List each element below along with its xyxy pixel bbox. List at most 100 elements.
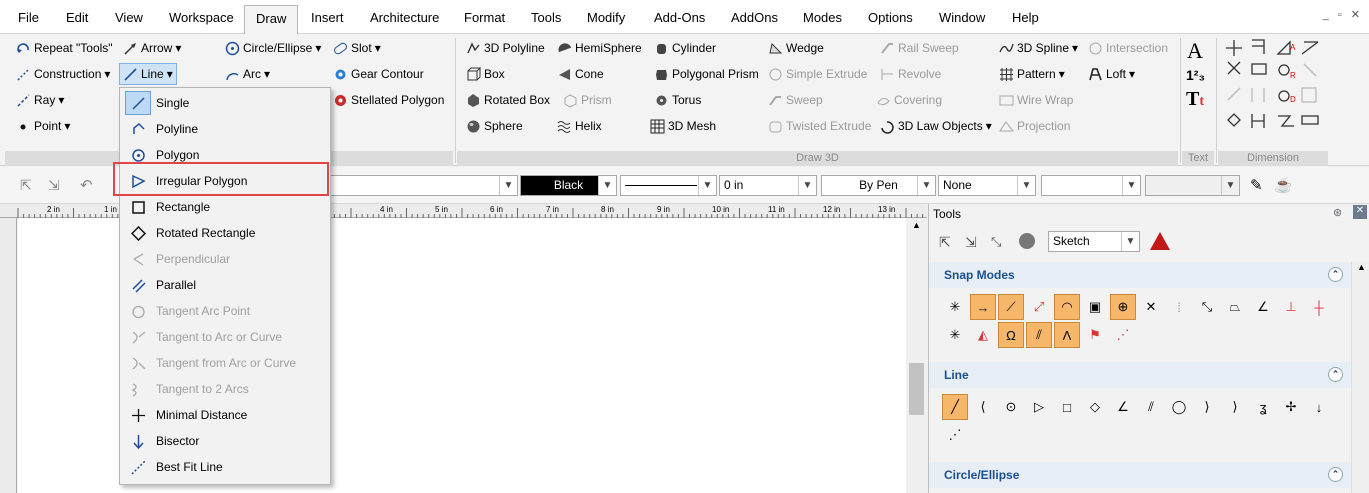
pin-icon[interactable]: ⊛	[1333, 206, 1342, 219]
line-best-fit-icon[interactable]: ⋰	[942, 422, 968, 448]
cone-button[interactable]: Cone	[557, 65, 604, 83]
snap-circle-icon[interactable]: ⊕	[1110, 294, 1136, 320]
line-single-icon[interactable]: ╱	[942, 394, 968, 420]
scroll-up-icon[interactable]: ▲	[912, 220, 921, 230]
menu-help[interactable]: Help	[1012, 10, 1039, 25]
wire-wrap-button[interactable]: Wire Wrap	[999, 91, 1073, 109]
select-edges-icon[interactable]: ⤡	[991, 234, 1001, 250]
select-arrow-icon[interactable]: ⇱	[20, 177, 32, 194]
menu-tools[interactable]: Tools	[531, 10, 561, 25]
vertical-scrollbar[interactable]: ▲	[906, 218, 927, 493]
polygonal-prism-button[interactable]: Polygonal Prism	[654, 65, 759, 83]
menu-workspace[interactable]: Workspace	[169, 10, 234, 25]
menu-modes[interactable]: Modes	[803, 10, 842, 25]
hemisphere-button[interactable]: HemiSphere	[557, 39, 642, 57]
text-numbering-icon[interactable]: 1²₃	[1186, 67, 1205, 83]
menu-edit[interactable]: Edit	[66, 10, 88, 25]
menu-draw[interactable]: Draw	[244, 5, 299, 35]
dropdown-item-minimal-distance[interactable]: Minimal Distance	[120, 402, 330, 428]
3d-polyline-button[interactable]: 3D Polyline	[466, 39, 545, 57]
dropdown-item-parallel[interactable]: Parallel	[120, 272, 330, 298]
snap-perpendicular-icon[interactable]: ⊥	[1278, 294, 1304, 320]
snap-midpoint-icon[interactable]: ⤢	[1026, 294, 1052, 320]
arc-button[interactable]: Arc ▾	[225, 65, 270, 83]
line-tangent-2-arcs-icon[interactable]: ʓ	[1250, 394, 1276, 420]
mode-select[interactable]: Sketch ▼	[1048, 231, 1140, 252]
select-point-icon[interactable]: ⇲	[48, 177, 60, 194]
wedge-button[interactable]: Wedge	[768, 39, 824, 57]
box-button[interactable]: Box	[466, 65, 505, 83]
snap-center-icon[interactable]: ◠	[1054, 294, 1080, 320]
dropdown-item-tangent-2-arcs[interactable]: Tangent to 2 Arcs	[120, 376, 330, 402]
snap-box-icon[interactable]: ▣	[1082, 294, 1108, 320]
line-bisector-icon[interactable]: ↓	[1306, 394, 1332, 420]
dropdown-item-single[interactable]: Single	[120, 90, 330, 116]
menu-format[interactable]: Format	[464, 10, 505, 25]
snap-endpoint-icon[interactable]: →	[970, 294, 996, 320]
sphere-button[interactable]: Sphere	[466, 117, 523, 135]
snap-parallel-icon[interactable]: ⫽	[1026, 322, 1052, 348]
snap-arc-icon[interactable]: Ω	[998, 322, 1024, 348]
menu-modify[interactable]: Modify	[587, 10, 625, 25]
scroll-up-icon[interactable]: ▲	[1357, 262, 1366, 272]
thickness-select[interactable]: 0 in ▼	[719, 175, 817, 196]
close-icon[interactable]: ✕	[1353, 205, 1367, 219]
prism-button[interactable]: Prism	[563, 91, 612, 109]
line-rectangle-icon[interactable]: □	[1054, 394, 1080, 420]
twisted-extrude-button[interactable]: Twisted Extrude	[768, 117, 871, 135]
circle-ellipse-header[interactable]: Circle/Ellipse ⌃	[929, 462, 1351, 488]
arrows-select[interactable]: None ▼	[938, 175, 1036, 196]
3d-law-objects-button[interactable]: 3D Law Objects ▾	[880, 117, 992, 135]
snap-flag-icon[interactable]: ⚑	[1082, 322, 1108, 348]
dropdown-item-polyline[interactable]: Polyline	[120, 116, 330, 142]
snap-grid-icon[interactable]: ✳	[942, 294, 968, 320]
snap-angle-icon[interactable]: ⟋	[998, 294, 1024, 320]
paint-bucket-icon[interactable]: ☕	[1274, 176, 1293, 194]
collapse-icon[interactable]: ⌃	[1328, 467, 1343, 482]
dropdown-item-rotated-rectangle[interactable]: Rotated Rectangle	[120, 220, 330, 246]
select-arrow-icon[interactable]: ⇱	[939, 234, 951, 251]
pen-select[interactable]: By Pen ▼	[821, 175, 936, 196]
dropdown-item-tangent-from-arc[interactable]: Tangent from Arc or Curve	[120, 350, 330, 376]
color-select[interactable]: Black ▼	[520, 175, 617, 196]
select-point-icon[interactable]: ⇲	[965, 234, 977, 251]
rotated-box-button[interactable]: Rotated Box	[466, 91, 550, 109]
intersection-button[interactable]: Intersection	[1088, 39, 1168, 57]
slot-button[interactable]: Slot ▾	[333, 39, 381, 57]
line-header[interactable]: Line ⌃	[929, 362, 1351, 388]
scroll-thumb[interactable]	[909, 363, 924, 415]
snap-star-icon[interactable]: ✳	[942, 322, 968, 348]
menu-addons[interactable]: AddOns	[731, 10, 778, 25]
projection-button[interactable]: Projection	[999, 117, 1070, 135]
cylinder-button[interactable]: Cylinder	[654, 39, 716, 57]
menu-options[interactable]: Options	[868, 10, 913, 25]
covering-button[interactable]: Covering	[876, 91, 942, 109]
revolve-button[interactable]: Revolve	[880, 65, 941, 83]
dropdown-item-tangent-to-arc[interactable]: Tangent to Arc or Curve	[120, 324, 330, 350]
line-polygon-icon[interactable]: ⊙	[998, 394, 1024, 420]
line-tangent-to-arc-icon[interactable]: ⟩	[1194, 394, 1220, 420]
line-button[interactable]: Line ▾	[119, 63, 177, 85]
line-parallel-icon[interactable]: ⫽	[1138, 394, 1164, 420]
text-A-icon[interactable]: A	[1187, 38, 1203, 64]
snap-angle-line-icon[interactable]: ∠	[1250, 294, 1276, 320]
snap-cross-icon[interactable]: ┼	[1306, 294, 1332, 320]
circle-ellipse-button[interactable]: Circle/Ellipse ▾	[225, 39, 321, 57]
simple-extrude-button[interactable]: Simple Extrude	[768, 65, 867, 83]
line-irregular-polygon-icon[interactable]: ▷	[1026, 394, 1052, 420]
snap-tangent-icon[interactable]: ⤡	[1194, 294, 1220, 320]
window-controls[interactable]: _ ▫ ✕	[1323, 8, 1363, 21]
snap-face-icon[interactable]: ⏢	[1222, 294, 1248, 320]
snap-intersection-icon[interactable]: ✕	[1138, 294, 1164, 320]
ray-button[interactable]: Ray ▾	[16, 91, 64, 109]
eyedropper-icon[interactable]: ✎	[1250, 176, 1263, 194]
loft-button[interactable]: Loft ▾	[1088, 65, 1135, 83]
snap-line-icon[interactable]: ⋰	[1110, 322, 1136, 348]
line-tangent-from-arc-icon[interactable]: ⟩	[1222, 394, 1248, 420]
layer-select[interactable]: ▼	[330, 175, 518, 196]
snap-points-icon[interactable]: ⁞	[1166, 294, 1192, 320]
rail-sweep-button[interactable]: Rail Sweep	[880, 39, 959, 57]
pattern-button[interactable]: Pattern ▾	[999, 65, 1065, 83]
fill-select[interactable]: ▼	[1041, 175, 1141, 196]
menu-architecture[interactable]: Architecture	[370, 10, 439, 25]
